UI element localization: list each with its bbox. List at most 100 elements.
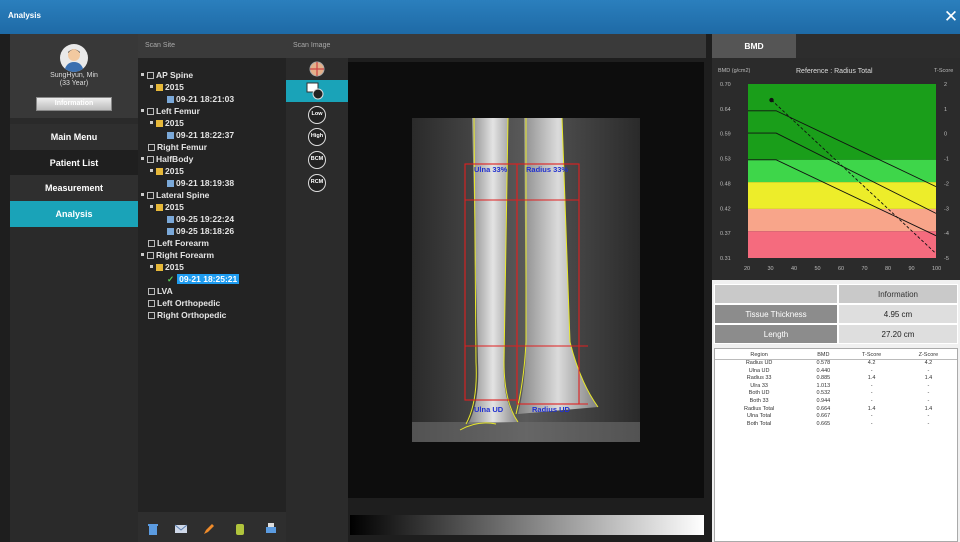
low-button[interactable]: Low <box>308 106 326 124</box>
nav-main-menu[interactable]: Main Menu <box>10 124 138 150</box>
rcm-button[interactable]: RCM <box>308 174 326 192</box>
y2-tick-label: -5 <box>944 256 949 262</box>
y-tick-label: 0.37 <box>720 231 731 237</box>
table-cell: 0.667 <box>816 413 831 420</box>
tree-item[interactable]: Left Orthopedic <box>148 297 220 309</box>
tree-item[interactable]: 2015 <box>150 81 184 93</box>
table-cell: Radius 33 <box>746 375 772 382</box>
info-header: Information <box>838 284 958 304</box>
tree-item[interactable]: 2015 <box>150 117 184 129</box>
scan-tools: Low High BCM RCM <box>286 58 348 542</box>
tree-item[interactable]: 09-21 18:22:37 <box>167 129 234 141</box>
tree-item[interactable]: 09-25 19:22:24 <box>167 213 234 225</box>
patient-profile: SungHyun, Min (33 Year) Information <box>10 34 138 118</box>
patient-point <box>769 97 774 103</box>
tab-bmd[interactable]: BMD <box>712 34 796 58</box>
tree-item[interactable]: 09-21 18:21:03 <box>167 93 234 105</box>
spine-icon <box>147 72 154 79</box>
table-cell: Ulra 33 <box>750 382 768 389</box>
scan-image-viewer[interactable]: Ulna 33% Radius 33% Ulna UD Radius UD <box>348 62 704 498</box>
tree-item[interactable]: 2015 <box>150 261 184 273</box>
region-table-header: Region BMD T-Score Z-Score <box>715 349 957 360</box>
y2-tick-label: -2 <box>944 181 949 187</box>
nav-analysis[interactable]: Analysis <box>10 201 138 227</box>
table-cell: - <box>927 397 930 404</box>
tree-item[interactable]: LVA <box>148 285 173 297</box>
table-cell: - <box>870 397 873 404</box>
scan-image-header: Scan Image <box>286 34 706 58</box>
body-icon <box>147 156 154 163</box>
x-tick-label: 90 <box>909 266 915 272</box>
tree-item[interactable]: Right Orthopedic <box>148 309 226 321</box>
table-cell: - <box>927 420 930 427</box>
target-icon[interactable] <box>309 61 325 77</box>
scan-file-icon <box>167 228 174 235</box>
table-row: Radius Total 0.664 1.4 1.4 <box>715 406 957 414</box>
nav-measurement[interactable]: Measurement <box>10 175 138 201</box>
scan-file-icon <box>167 216 174 223</box>
y-tick-label: 0.59 <box>720 132 731 138</box>
tree-item[interactable]: Right Femur <box>148 141 207 153</box>
table-cell: - <box>870 367 873 374</box>
nav-patient-list[interactable]: Patient List <box>10 150 138 176</box>
tree-item[interactable]: Left Forearm <box>148 237 209 249</box>
patient-age: (33 Year) <box>59 80 89 87</box>
pencil-icon[interactable] <box>202 522 216 536</box>
risk-band <box>748 182 936 209</box>
table-cell: 0.944 <box>816 397 831 404</box>
tree-item[interactable]: 2015 <box>150 201 184 213</box>
tree-item[interactable]: Left Femur <box>141 105 200 117</box>
trash-icon[interactable] <box>146 522 160 536</box>
tree-item[interactable]: 09-25 18:18:26 <box>167 225 234 237</box>
forearm-icon <box>147 252 154 259</box>
scan-image-icon <box>306 82 324 100</box>
high-button[interactable]: High <box>308 128 326 146</box>
database-icon[interactable] <box>233 522 247 536</box>
scan-site-tree: AP Spine 2015 09-21 18:21:03 Left Femur … <box>138 58 286 512</box>
y-tick-label: 0.64 <box>720 107 731 113</box>
bcm-button[interactable]: BCM <box>308 151 326 169</box>
risk-band <box>748 84 936 160</box>
info-row-value: 4.95 cm <box>838 304 958 324</box>
tree-item[interactable]: Right Forearm <box>141 249 214 261</box>
mail-icon[interactable] <box>174 522 188 536</box>
contrast-gradient-bar[interactable] <box>350 515 704 535</box>
tree-item[interactable]: HalfBody <box>141 153 193 165</box>
table-row: Both UD 0.532 - - <box>715 390 957 398</box>
tree-item[interactable]: 2015 <box>150 165 184 177</box>
x-tick-label: 60 <box>838 266 844 272</box>
scan-file-icon <box>167 96 174 103</box>
printer-icon[interactable] <box>264 522 278 536</box>
orthopedic-icon <box>148 300 155 307</box>
col-tscore: T-Score <box>843 349 900 360</box>
tab-bar: BMD <box>712 34 960 58</box>
y2-tick-label: -4 <box>944 231 949 237</box>
folder-icon <box>156 168 163 175</box>
table-cell: Radius UD <box>745 360 773 366</box>
y2-tick-label: 0 <box>944 132 947 138</box>
y-tick-label: 0.53 <box>720 157 731 163</box>
tree-item[interactable]: Lateral Spine <box>141 189 209 201</box>
scan-thumbnail-tool[interactable] <box>286 80 348 102</box>
table-cell: 4.2 <box>924 360 933 366</box>
tree-item[interactable]: 09-21 18:19:38 <box>167 177 234 189</box>
risk-band <box>748 159 936 183</box>
x-tick-label: 80 <box>885 266 891 272</box>
avatar <box>60 44 88 72</box>
table-cell: 0.665 <box>816 420 831 427</box>
table-cell: 0.532 <box>816 390 831 397</box>
check-icon: ✓ <box>167 274 175 284</box>
roi-label-radius33: Radius 33% <box>526 165 569 174</box>
x-tick-label: 40 <box>791 266 797 272</box>
y2-tick-label: 1 <box>944 107 947 113</box>
x-tick-label: 20 <box>744 266 750 272</box>
table-row: Ulna UD 0.440 - - <box>715 368 957 376</box>
information-button[interactable]: Information <box>36 97 112 111</box>
tree-item[interactable]: AP Spine <box>141 69 193 81</box>
close-icon[interactable]: ✕ <box>942 6 960 28</box>
tree-item-selected[interactable]: ✓ 09-21 18:25:21 <box>167 273 240 285</box>
table-cell: 1.013 <box>816 382 831 389</box>
table-cell: Ulna Total <box>746 413 772 420</box>
y2-tick-label: -3 <box>944 206 949 212</box>
patient-name-block: SungHyun, Min (33 Year) <box>10 72 138 88</box>
